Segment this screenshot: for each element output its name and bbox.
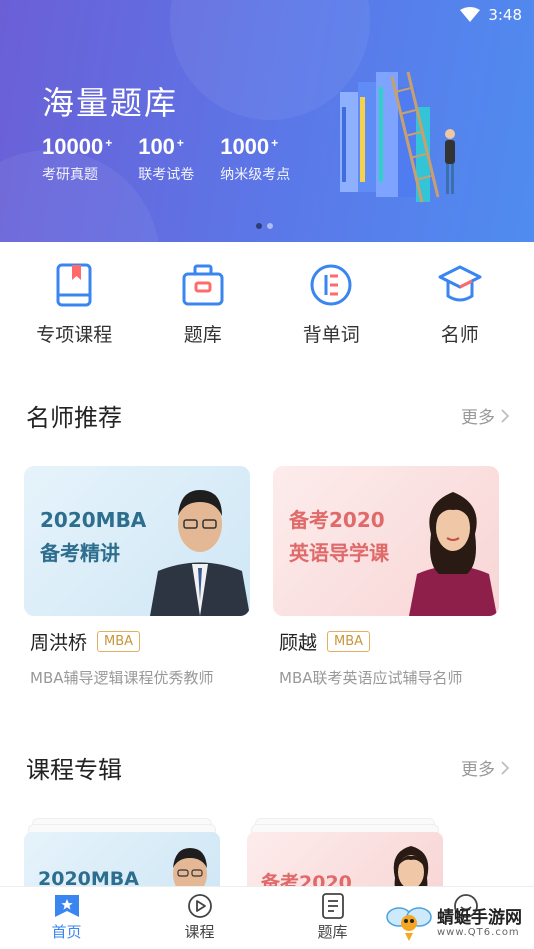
- teacher-card[interactable]: 2020MBA 备考精讲 周洪桥 MBA MBA辅导逻辑课程优秀教师: [24, 466, 250, 688]
- tab-label: 课程: [184, 923, 215, 941]
- more-label: 更多: [461, 408, 495, 428]
- teacher-desc: MBA辅导逻辑课程优秀教师: [30, 669, 214, 687]
- stat-number: 10000: [42, 134, 104, 159]
- banner[interactable]: 3:48 海量题库 10000 + 考研真题 100 + 联考试卷 1000 + 纳米…: [0, 0, 534, 242]
- menu-label: 背单词: [302, 324, 360, 346]
- cover-text: 备考2020 英语导学课: [289, 504, 389, 570]
- stat-exam-questions: 10000 + 考研真题: [42, 134, 112, 184]
- stat-plus: +: [271, 136, 279, 150]
- cover-line: 备考精讲: [40, 541, 120, 565]
- banner-stats: 10000 + 考研真题 100 + 联考试卷 1000 + 纳米级考点: [42, 134, 290, 184]
- stat-label: 联考试卷: [138, 167, 195, 183]
- stat-label: 纳米级考点: [220, 167, 291, 183]
- briefcase-icon: [182, 264, 224, 306]
- teacher-photo: [409, 492, 497, 616]
- teachers-section-header: 名师推荐 更多: [26, 398, 510, 433]
- books-ladder-illustration: [340, 71, 455, 203]
- watermark-logo: 蜻蜓手游网 www.QT6.com: [385, 903, 522, 943]
- wifi-icon: [460, 7, 481, 22]
- menu-item-question-bank[interactable]: 题库: [143, 262, 263, 347]
- chevron-right-icon: [501, 760, 510, 775]
- dragonfly-logo-icon: [386, 907, 432, 941]
- teacher-photo: [150, 490, 250, 616]
- page-dot: [267, 223, 273, 229]
- more-link[interactable]: 更多: [461, 403, 510, 428]
- stat-plus: +: [105, 136, 113, 150]
- banner-title: 海量题库: [42, 84, 179, 122]
- stat-label: 考研真题: [42, 167, 98, 183]
- menu-item-vocabulary[interactable]: 背单词: [271, 262, 391, 347]
- play-icon: [187, 894, 212, 918]
- category-badge: MBA: [97, 631, 141, 652]
- watermark-text: 蜻蜓手游网: [437, 907, 522, 928]
- menu-label: 题库: [183, 324, 222, 346]
- menu-label: 名师: [440, 324, 479, 346]
- star-bookmark-icon: [54, 895, 79, 917]
- status-time: 3:48: [488, 6, 522, 24]
- page-dot-active: [256, 223, 262, 229]
- stat-test-papers: 100 + 联考试卷: [138, 134, 194, 184]
- letter-e-icon: [310, 264, 352, 306]
- more-link[interactable]: 更多: [461, 755, 510, 780]
- chevron-right-icon: [501, 408, 510, 423]
- teacher-card[interactable]: 备考2020 英语导学课 顾越 MBA MBA联考英语应试辅导名师: [273, 466, 499, 688]
- teacher-desc: MBA联考英语应试辅导名师: [279, 669, 463, 687]
- category-badge: MBA: [327, 631, 371, 652]
- teacher-cover: 2020MBA 备考精讲: [24, 466, 250, 616]
- teacher-name-row: 顾越 MBA: [273, 628, 499, 655]
- cover-line: 备考2020: [289, 508, 385, 532]
- cover-text: 2020MBA 备考精讲: [40, 504, 146, 570]
- teacher-cover: 备考2020 英语导学课: [273, 466, 499, 616]
- tab-home[interactable]: 首页: [0, 887, 133, 949]
- stat-number: 1000: [220, 134, 270, 159]
- more-label: 更多: [461, 760, 495, 780]
- cover-line: 英语导学课: [289, 541, 389, 565]
- stat-plus: +: [176, 136, 184, 150]
- tab-question-bank[interactable]: 题库: [266, 887, 399, 949]
- book-icon: [56, 263, 92, 307]
- tab-label: 首页: [51, 923, 82, 941]
- tab-label: 题库: [317, 923, 348, 941]
- quick-menu: 专项课程 题库 背单词 名师: [0, 262, 534, 347]
- section-title: 课程专辑: [26, 756, 122, 784]
- menu-label: 专项课程: [36, 324, 113, 346]
- menu-item-teachers[interactable]: 名师: [400, 262, 520, 347]
- document-icon: [321, 893, 344, 919]
- menu-item-special-courses[interactable]: 专项课程: [14, 262, 134, 347]
- banner-page-indicator: [256, 223, 273, 229]
- courses-section-header: 课程专辑 更多: [26, 750, 510, 785]
- teacher-name-row: 周洪桥 MBA: [24, 628, 250, 655]
- watermark-url: www.QT6.com: [437, 926, 520, 938]
- status-bar: 3:48: [460, 6, 522, 24]
- graduation-cap-icon: [438, 265, 482, 302]
- cover-line: 2020MBA: [40, 508, 147, 532]
- tab-courses[interactable]: 课程: [133, 887, 266, 949]
- teacher-name: 顾越: [279, 632, 318, 654]
- section-title: 名师推荐: [26, 404, 122, 432]
- stat-number: 100: [138, 134, 175, 159]
- stat-key-points: 1000 + 纳米级考点: [220, 134, 290, 184]
- teacher-name: 周洪桥: [30, 632, 88, 654]
